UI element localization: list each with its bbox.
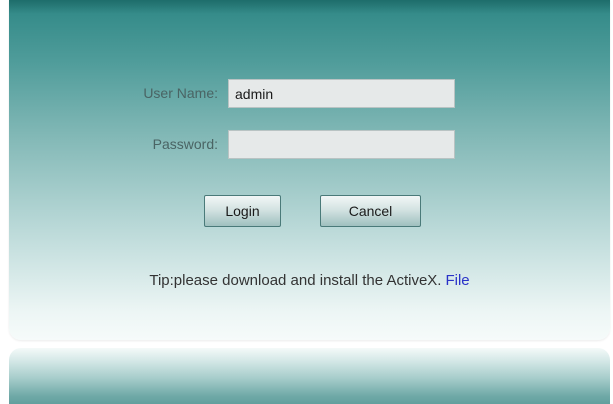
- username-input[interactable]: [228, 79, 455, 108]
- username-label: User Name:: [143, 85, 218, 101]
- password-label: Password:: [152, 136, 218, 152]
- login-panel: User Name: Password: Login Cancel Tip:pl…: [9, 0, 610, 340]
- footer-panel: [9, 348, 610, 404]
- file-download-link[interactable]: File: [445, 272, 469, 289]
- tip-text: Tip:please download and install the Acti…: [149, 272, 442, 289]
- login-button[interactable]: Login: [204, 195, 281, 227]
- password-input[interactable]: [228, 130, 455, 159]
- login-page: User Name: Password: Login Cancel Tip:pl…: [0, 0, 613, 404]
- cancel-button[interactable]: Cancel: [320, 195, 421, 227]
- activex-tip: Tip:please download and install the Acti…: [9, 272, 610, 289]
